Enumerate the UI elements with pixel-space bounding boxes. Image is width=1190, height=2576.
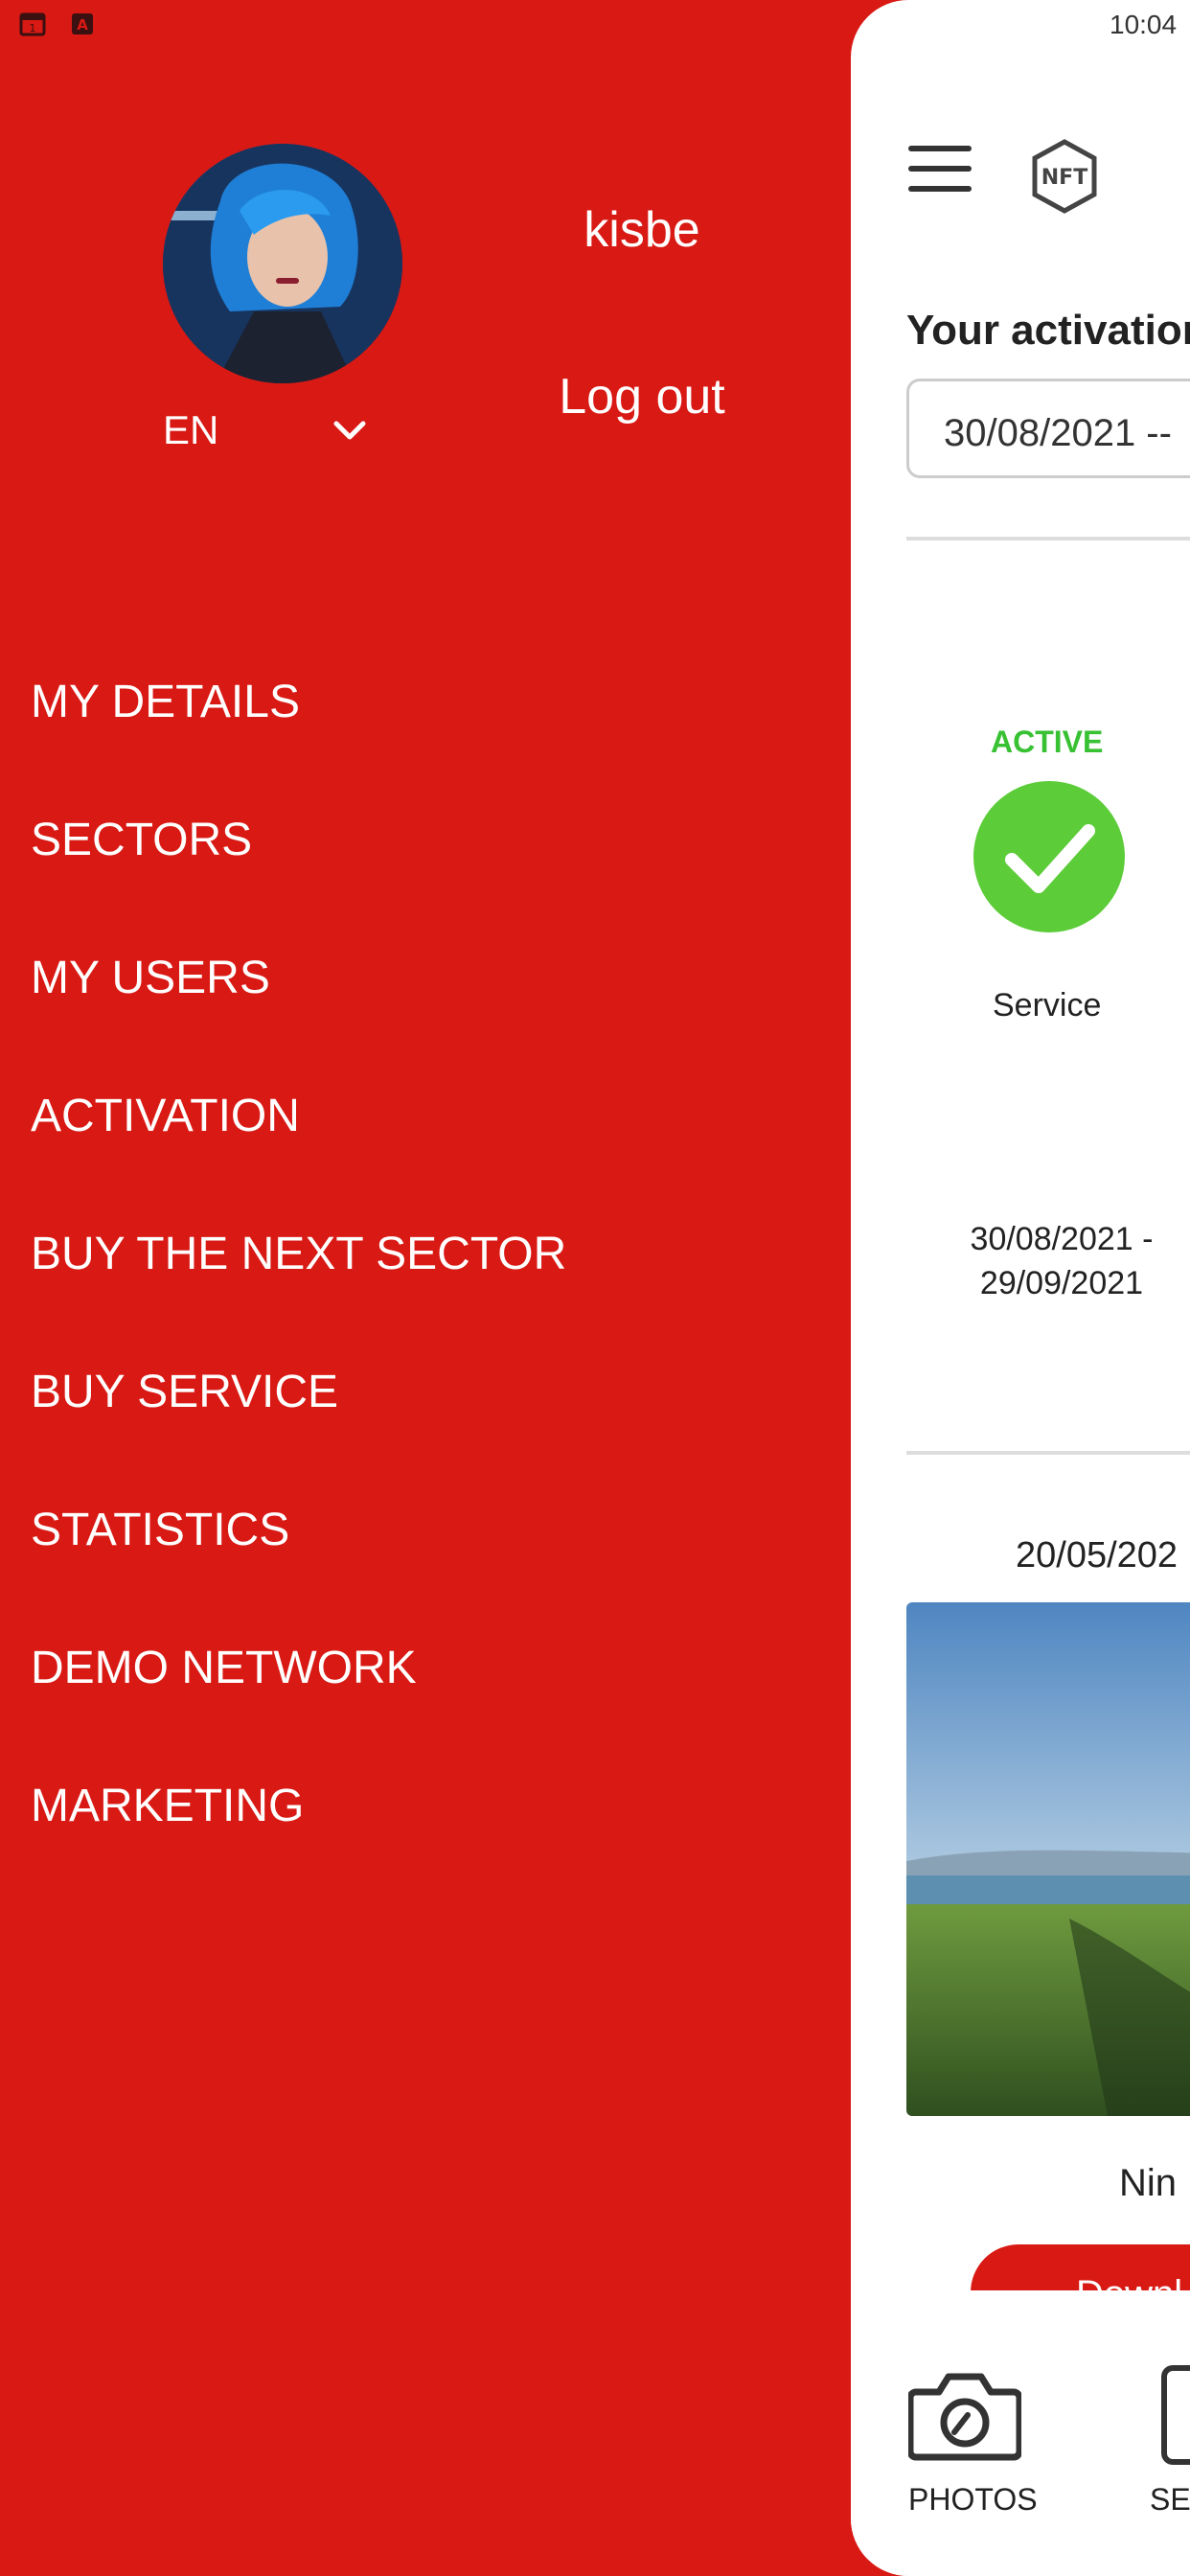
calendar-notification-icon: 1: [19, 12, 46, 36]
logout-button[interactable]: Log out: [537, 368, 747, 426]
search-icon[interactable]: [1161, 2365, 1190, 2465]
username: kisbe: [584, 202, 700, 258]
bottom-navigation: PHOTOS SEA: [851, 2290, 1190, 2576]
svg-text:A: A: [77, 16, 88, 34]
hamburger-menu-icon[interactable]: [908, 146, 972, 192]
nav-label-photos[interactable]: PHOTOS: [908, 2482, 1038, 2518]
post-caption: Nin: [1119, 2162, 1178, 2204]
nav-label-search[interactable]: SEA: [1150, 2482, 1190, 2518]
check-icon: [973, 781, 1125, 932]
navigation-drawer: 1 A kisbe Log out EN MY DETAILS SECTORS …: [0, 0, 851, 2576]
post-date: 20/05/202: [1016, 1535, 1179, 1576]
status-badge: ACTIVE: [991, 724, 1104, 759]
language-selector[interactable]: EN: [163, 407, 218, 453]
post-photo[interactable]: [906, 1602, 1190, 2116]
menu-item-activation[interactable]: ACTIVATION: [31, 1046, 566, 1184]
menu-item-marketing[interactable]: MARKETING: [31, 1736, 566, 1874]
nft-logo-text: NFT: [1041, 166, 1087, 190]
menu-item-sectors[interactable]: SECTORS: [31, 770, 566, 908]
activation-title: Your activation: [906, 307, 1190, 354]
main-content-panel[interactable]: 10:04 NFT Your activation 30/08/2021 -- …: [851, 0, 1190, 2576]
menu-item-my-users[interactable]: MY USERS: [31, 908, 566, 1046]
menu-item-buy-service[interactable]: BUY SERVICE: [31, 1322, 566, 1460]
camera-icon[interactable]: [908, 2365, 1021, 2465]
menu-item-demo-network[interactable]: DEMO NETWORK: [31, 1598, 566, 1736]
date-range-select[interactable]: 30/08/2021 --: [906, 379, 1190, 478]
avatar-image: [163, 144, 402, 383]
svg-text:1: 1: [30, 22, 36, 34]
app-notification-icon: A: [72, 13, 93, 34]
drawer-menu: MY DETAILS SECTORS MY USERS ACTIVATION B…: [31, 632, 566, 1874]
menu-item-statistics[interactable]: STATISTICS: [31, 1460, 566, 1598]
divider: [906, 1451, 1190, 1455]
status-time: 10:04: [1110, 10, 1178, 39]
service-dates: 30/08/2021 - 29/09/2021: [970, 1221, 1154, 1301]
menu-item-buy-next-sector[interactable]: BUY THE NEXT SECTOR: [31, 1184, 566, 1322]
avatar[interactable]: [163, 144, 402, 383]
menu-item-my-details[interactable]: MY DETAILS: [31, 632, 566, 770]
nft-logo-icon: NFT: [1032, 139, 1097, 214]
divider: [906, 537, 1190, 540]
service-label: Service: [993, 987, 1102, 1024]
chevron-down-icon[interactable]: [331, 412, 369, 450]
